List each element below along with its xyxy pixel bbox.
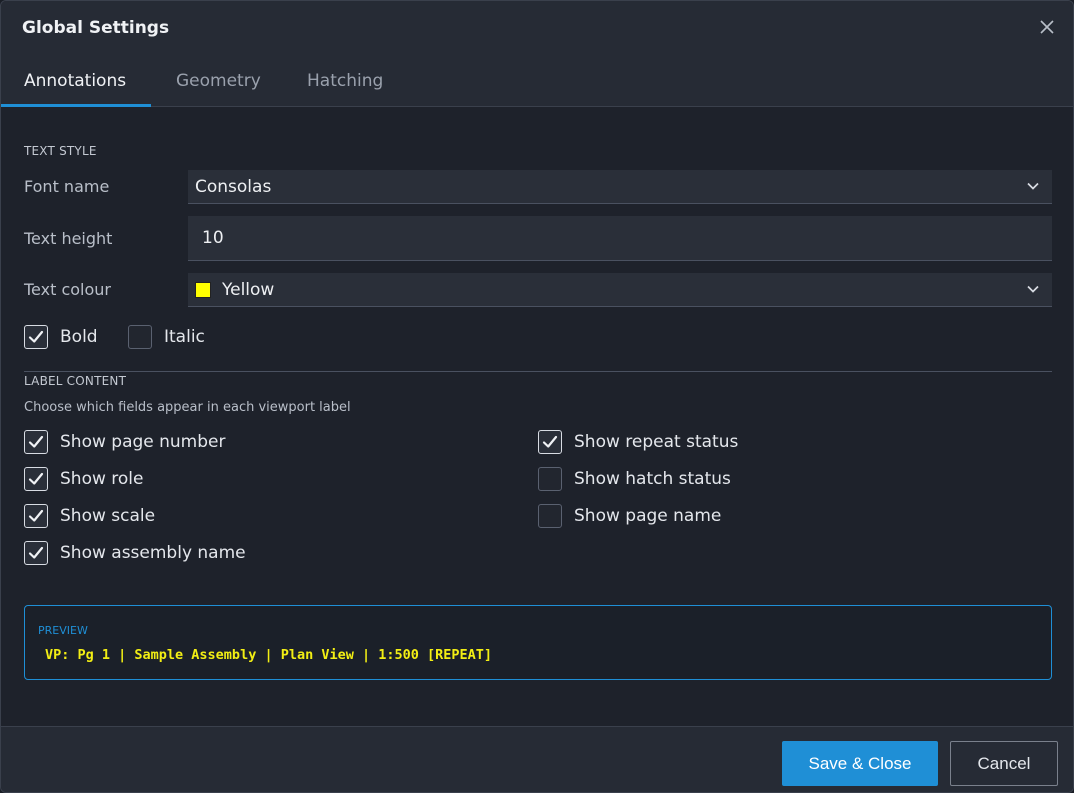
label-preview-panel: PREVIEW VP: Pg 1 | Sample Assembly | Pla… <box>24 605 1052 680</box>
label-content-hint: Choose which fields appear in each viewp… <box>24 400 351 415</box>
global-settings-dialog: Global Settings Annotations Geometry Hat… <box>0 0 1074 793</box>
show-hatch-status-checkbox[interactable] <box>538 467 562 491</box>
checkmark-icon <box>542 435 558 448</box>
label-content-heading: LABEL CONTENT <box>24 374 127 388</box>
text-height-input[interactable] <box>188 216 1052 261</box>
show-page-name-row[interactable]: Show page name <box>538 504 721 528</box>
show-page-name-checkbox[interactable] <box>538 504 562 528</box>
italic-checkbox-row[interactable]: Italic <box>128 325 205 349</box>
checkmark-icon <box>28 509 44 522</box>
save-close-button[interactable]: Save & Close <box>782 741 938 786</box>
bold-label: Bold <box>60 327 98 347</box>
close-button[interactable] <box>1035 15 1059 39</box>
show-scale-row[interactable]: Show scale <box>24 504 155 528</box>
tab-label: Hatching <box>307 70 384 91</box>
show-assembly-name-checkbox[interactable] <box>24 541 48 565</box>
show-scale-checkbox[interactable] <box>24 504 48 528</box>
text-colour-select[interactable]: Yellow <box>188 273 1052 307</box>
tab-label: Annotations <box>24 70 127 91</box>
font-name-label: Font name <box>24 177 110 196</box>
bold-checkbox-row[interactable]: Bold <box>24 325 98 349</box>
show-page-number-row[interactable]: Show page number <box>24 430 225 454</box>
cancel-button[interactable]: Cancel <box>950 741 1058 786</box>
chevron-down-icon <box>1027 182 1039 190</box>
font-name-value: Consolas <box>195 176 272 197</box>
section-divider <box>24 371 1052 372</box>
preview-label-text: VP: Pg 1 | Sample Assembly | Plan View |… <box>45 647 493 663</box>
text-height-label: Text height <box>24 229 113 248</box>
checkmark-icon <box>28 330 44 343</box>
show-page-number-label: Show page number <box>60 432 226 452</box>
show-role-checkbox[interactable] <box>24 467 48 491</box>
text-style-heading: TEXT STYLE <box>24 144 97 158</box>
show-scale-label: Show scale <box>60 506 156 526</box>
dialog-titlebar: Global Settings <box>1 1 1073 54</box>
tab-annotations[interactable]: Annotations <box>24 54 126 107</box>
checkmark-icon <box>28 472 44 485</box>
show-hatch-status-label: Show hatch status <box>574 469 731 489</box>
close-icon <box>1040 20 1054 34</box>
preview-heading: PREVIEW <box>38 624 88 637</box>
show-assembly-name-row[interactable]: Show assembly name <box>24 541 246 565</box>
text-colour-label: Text colour <box>24 280 111 299</box>
tab-label: Geometry <box>176 70 261 91</box>
show-repeat-status-row[interactable]: Show repeat status <box>538 430 738 454</box>
tab-bar: Annotations Geometry Hatching <box>1 54 1073 107</box>
show-repeat-status-checkbox[interactable] <box>538 430 562 454</box>
dialog-title: Global Settings <box>22 17 170 38</box>
show-assembly-name-label: Show assembly name <box>60 543 246 563</box>
italic-checkbox[interactable] <box>128 325 152 349</box>
chevron-down-icon <box>1027 285 1039 293</box>
show-role-row[interactable]: Show role <box>24 467 143 491</box>
show-role-label: Show role <box>60 469 144 489</box>
italic-label: Italic <box>164 327 205 347</box>
show-page-name-label: Show page name <box>574 506 722 526</box>
checkmark-icon <box>28 546 44 559</box>
show-page-number-checkbox[interactable] <box>24 430 48 454</box>
active-tab-indicator <box>1 104 151 107</box>
checkmark-icon <box>28 435 44 448</box>
font-name-select[interactable]: Consolas <box>188 170 1052 204</box>
text-colour-value: Yellow <box>222 279 275 300</box>
show-repeat-status-label: Show repeat status <box>574 432 739 452</box>
bold-checkbox[interactable] <box>24 325 48 349</box>
tab-geometry[interactable]: Geometry <box>176 54 261 107</box>
dialog-footer: Save & Close Cancel <box>1 726 1073 792</box>
tab-hatching[interactable]: Hatching <box>307 54 383 107</box>
show-hatch-status-row[interactable]: Show hatch status <box>538 467 731 491</box>
colour-swatch <box>195 281 211 298</box>
